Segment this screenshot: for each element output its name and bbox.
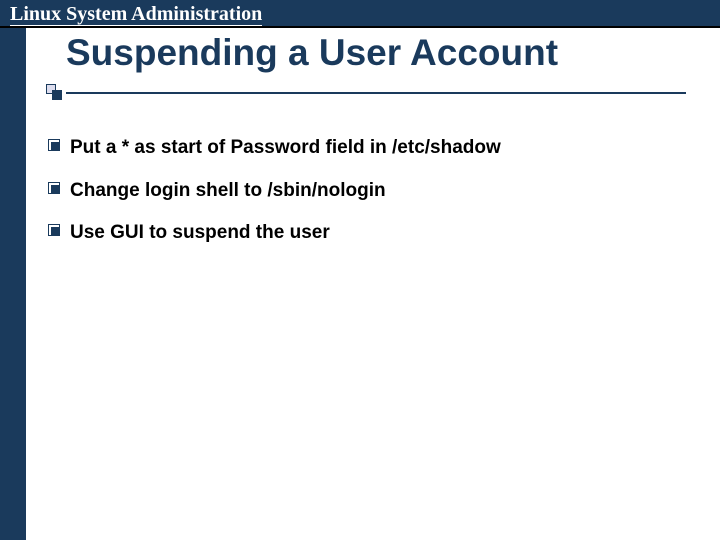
- list-item: Use GUI to suspend the user: [48, 221, 700, 246]
- header-title: Linux System Administration: [10, 3, 262, 26]
- divider-line: [66, 92, 686, 94]
- bullet-icon: [48, 224, 62, 238]
- list-item: Put a * as start of Password field in /e…: [48, 136, 700, 161]
- bullet-icon: [48, 139, 62, 153]
- bullet-text: Use GUI to suspend the user: [70, 221, 330, 246]
- slide-title: Suspending a User Account: [26, 32, 720, 74]
- left-sidebar: [0, 28, 26, 540]
- bullet-text: Change login shell to /sbin/nologin: [70, 179, 386, 204]
- slide-content: Suspending a User Account Put a * as sta…: [26, 28, 720, 540]
- bullet-text: Put a * as start of Password field in /e…: [70, 136, 501, 161]
- list-item: Change login shell to /sbin/nologin: [48, 179, 700, 204]
- bullet-list: Put a * as start of Password field in /e…: [26, 136, 720, 246]
- title-divider: [26, 82, 720, 106]
- header-bar: Linux System Administration: [0, 0, 720, 28]
- bullet-icon: [48, 182, 62, 196]
